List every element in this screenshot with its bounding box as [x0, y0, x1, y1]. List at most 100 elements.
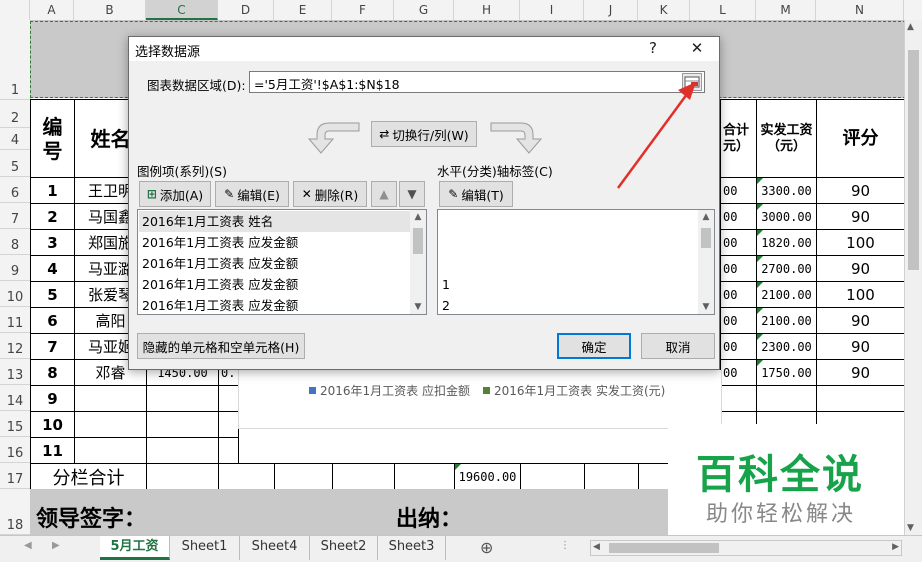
empty-name-cell[interactable] — [74, 437, 147, 464]
net-pay-cell[interactable]: 2700.00 — [756, 255, 817, 282]
total-pay-cell[interactable]: 00 — [720, 203, 757, 230]
axis-label-item[interactable]: 1 — [439, 274, 698, 295]
series-list-item[interactable]: 2016年1月工资表 应发金额 — [139, 295, 412, 316]
column-header-k[interactable]: K — [638, 0, 690, 20]
axis-list-scrollbar[interactable]: ▲ ▼ — [698, 210, 714, 314]
total-cell-f[interactable] — [332, 463, 395, 490]
row-header-5[interactable]: 5 — [0, 150, 30, 177]
row-number-cell[interactable]: 5 — [30, 281, 75, 308]
axis-scroll-thumb[interactable] — [701, 228, 711, 248]
switch-row-column-button[interactable]: ⇄ 切换行/列(W) — [371, 121, 477, 147]
row-number-cell[interactable]: 7 — [30, 333, 75, 360]
series-scroll-thumb[interactable] — [413, 228, 423, 254]
column-header-m[interactable]: M — [756, 0, 816, 20]
tab-may-salary[interactable]: 5月工资 — [100, 536, 170, 560]
row-number-cell[interactable]: 10 — [30, 411, 75, 438]
net-pay-cell[interactable]: 1750.00 — [756, 359, 817, 386]
row-header-4[interactable]: 4 — [0, 128, 30, 150]
edit-axis-labels-button[interactable]: ✎ 编辑(T) — [439, 181, 513, 207]
axis-label-item[interactable]: 2 — [439, 295, 698, 316]
tab-sheet3[interactable]: Sheet3 — [378, 536, 446, 560]
tab-sheet4[interactable]: Sheet4 — [240, 536, 310, 560]
column-header-l[interactable]: L — [690, 0, 756, 20]
series-list-item[interactable]: 2016年1月工资表 应发金额 — [139, 274, 412, 295]
score-cell[interactable]: 90 — [816, 203, 905, 230]
scroll-down-icon[interactable]: ▼ — [410, 302, 426, 312]
select-all-corner[interactable] — [0, 0, 30, 20]
scroll-up-icon[interactable]: ▲ — [698, 212, 714, 222]
row-number-cell[interactable]: 11 — [30, 437, 75, 464]
add-series-button[interactable]: ⊞ 添加(A) — [139, 181, 211, 207]
row-number-cell[interactable]: 2 — [30, 203, 75, 230]
total-cell-k[interactable] — [638, 463, 669, 490]
column-header-h[interactable]: H — [454, 0, 520, 20]
total-pay-cell[interactable]: 00 — [720, 177, 757, 204]
scroll-down-icon[interactable]: ▼ — [698, 302, 714, 312]
score-cell[interactable]: 100 — [816, 229, 905, 256]
header-cell-total-pay[interactable]: 合计 元） — [720, 99, 757, 178]
total-cell-j[interactable] — [584, 463, 639, 490]
total-pay-cell[interactable]: 00 — [720, 255, 757, 282]
row-header-13[interactable]: 13 — [0, 359, 30, 385]
column-header-c[interactable]: C — [146, 0, 218, 20]
column-header-j[interactable]: J — [584, 0, 638, 20]
score-cell[interactable]: 90 — [816, 255, 905, 282]
hidden-empty-cells-button[interactable]: 隐藏的单元格和空单元格(H) — [137, 333, 305, 359]
row-number-cell[interactable]: 8 — [30, 359, 75, 386]
total-cell-d[interactable] — [218, 463, 275, 490]
series-list-item[interactable]: 2016年1月工资表 应发金额 — [139, 232, 412, 253]
tab-scroll-left-icon[interactable]: ◀ — [24, 540, 32, 551]
net-pay-cell[interactable]: 1820.00 — [756, 229, 817, 256]
net-pay-cell[interactable]: 2300.00 — [756, 333, 817, 360]
row-header-17[interactable]: 17 — [0, 463, 30, 489]
delete-series-button[interactable]: ✕ 删除(R) — [293, 181, 367, 207]
close-button[interactable]: ✕ — [685, 39, 709, 57]
total-pay-cell[interactable]: 00 — [720, 359, 757, 386]
row-header-8[interactable]: 8 — [0, 229, 30, 255]
series-listbox[interactable]: 2016年1月工资表 姓名 2016年1月工资表 应发金额 2016年1月工资表 应… — [137, 209, 427, 315]
header-cell-number[interactable]: 编 号 — [30, 99, 75, 178]
total-cell-i[interactable] — [520, 463, 585, 490]
column-header-a[interactable]: A — [30, 0, 74, 20]
edit-series-button[interactable]: ✎ 编辑(E) — [215, 181, 289, 207]
column-header-b[interactable]: B — [74, 0, 146, 20]
tab-sheet2[interactable]: Sheet2 — [310, 536, 378, 560]
row-header-6[interactable]: 6 — [0, 177, 30, 203]
empty-cell-c[interactable] — [146, 411, 219, 438]
empty-cell-d[interactable] — [218, 437, 239, 464]
series-list-item[interactable]: 2016年1月工资表 应发金额 — [139, 253, 412, 274]
row-number-cell[interactable]: 1 — [30, 177, 75, 204]
column-header-f[interactable]: F — [332, 0, 394, 20]
empty-name-cell[interactable] — [74, 385, 147, 412]
total-pay-cell[interactable]: 00 — [720, 229, 757, 256]
add-sheet-icon[interactable]: ⊕ — [480, 538, 493, 557]
net-pay-cell[interactable]: 2100.00 — [756, 281, 817, 308]
empty-cell-d[interactable] — [218, 385, 239, 412]
row-header-18[interactable]: 18 — [0, 489, 30, 535]
help-button[interactable]: ? — [641, 39, 665, 57]
row-header-2[interactable]: 2 — [0, 100, 30, 128]
row-number-cell[interactable]: 3 — [30, 229, 75, 256]
row-header-7[interactable]: 7 — [0, 203, 30, 229]
scroll-up-icon[interactable]: ▲ — [907, 22, 914, 32]
net-pay-cell[interactable]: 3000.00 — [756, 203, 817, 230]
row-header-16[interactable]: 16 — [0, 437, 30, 463]
scroll-down-icon[interactable]: ▼ — [907, 523, 914, 533]
scroll-up-icon[interactable]: ▲ — [410, 212, 426, 222]
row-number-cell[interactable]: 4 — [30, 255, 75, 282]
score-cell[interactable]: 90 — [816, 307, 905, 334]
total-pay-cell[interactable]: 00 — [720, 333, 757, 360]
series-list-scrollbar[interactable]: ▲ ▼ — [410, 210, 426, 314]
horizontal-scroll-thumb[interactable] — [609, 543, 719, 553]
empty-cell-n[interactable] — [816, 385, 905, 412]
column-header-d[interactable]: D — [218, 0, 274, 20]
total-cell-e[interactable] — [274, 463, 333, 490]
column-header-g[interactable]: G — [394, 0, 454, 20]
row-number-cell[interactable]: 9 — [30, 385, 75, 412]
row-header-11[interactable]: 11 — [0, 307, 30, 333]
total-value-cell[interactable]: 19600.00 — [454, 463, 521, 490]
ok-button[interactable]: 确定 — [557, 333, 631, 359]
tab-sheet1[interactable]: Sheet1 — [170, 536, 240, 560]
column-header-n[interactable]: N — [816, 0, 904, 20]
tab-scroll-right-icon[interactable]: ▶ — [52, 540, 60, 551]
